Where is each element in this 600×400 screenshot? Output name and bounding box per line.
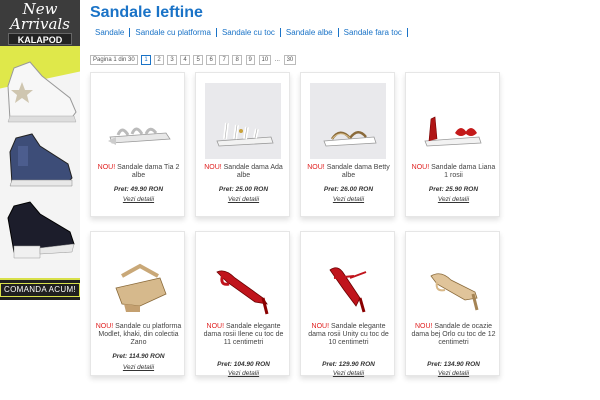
white-sandal-icon (108, 127, 171, 145)
product-price: Pret: 114.90 RON (112, 353, 165, 360)
red-heel-icon (216, 270, 269, 315)
product-details-link[interactable]: Vezi detalii (410, 196, 497, 203)
product-details-link[interactable]: Vezi detalii (95, 196, 182, 203)
new-badge: NOU! (97, 164, 116, 171)
page-link[interactable]: 5 (193, 55, 203, 65)
product-image[interactable] (310, 242, 386, 318)
nav-link-fara-toc[interactable]: Sandale fara toc (339, 28, 408, 37)
page-link[interactable]: 9 (245, 55, 255, 65)
order-now-label: COMANDA ACUM! (0, 283, 80, 297)
page-title: Sandale Ieftine (90, 4, 203, 21)
product-title: Sandale dama Betty albe (326, 164, 390, 179)
pagination: Pagina 1 din 30 1 2 3 4 5 6 7 8 9 10 ...… (90, 55, 298, 65)
product-name[interactable]: NOU! Sandale elegante dama rosii Ilene c… (200, 323, 287, 347)
beige-sandal-icon (323, 131, 377, 147)
product-details-link[interactable]: Vezi detalii (200, 370, 287, 377)
kalapod-logo: KALAPOD (8, 33, 72, 45)
product-image[interactable] (415, 242, 491, 318)
product-title: Sandale dama Ada albe (223, 164, 283, 179)
product-price: Pret: 25.00 RON (218, 186, 269, 193)
product-name[interactable]: NOU! Sandale dama Liana 1 rosii (410, 164, 497, 180)
nav-link-sandale[interactable]: Sandale (90, 28, 131, 37)
order-now-button[interactable]: COMANDA ACUM! (0, 278, 80, 300)
new-badge: NOU! (411, 164, 430, 171)
product-image[interactable] (415, 83, 491, 159)
page-link[interactable]: 2 (154, 55, 164, 65)
nav-link-albe[interactable]: Sandale albe (281, 28, 339, 37)
product-name[interactable]: NOU! Sandale dama Betty albe (305, 164, 392, 180)
product-name[interactable]: NOU! Sandale dama Tia 2 albe (95, 164, 182, 180)
red-heel-icon (329, 267, 367, 313)
white-sandal-icon (216, 122, 274, 147)
product-image[interactable] (205, 242, 281, 318)
banner-title: New Arrivals (10, 0, 70, 33)
product-name[interactable]: NOU! Sandale de ocazie dama bej Orlo cu … (410, 323, 497, 347)
product-card[interactable]: NOU! Sandale elegante dama rosii Ilene c… (195, 231, 290, 377)
product-card[interactable]: NOU! Sandale dama Tia 2 albe Pret: 49.90… (90, 72, 185, 217)
new-badge: NOU! (204, 164, 222, 171)
new-badge: NOU! (307, 164, 325, 171)
product-price: Pret: 134.90 RON (427, 361, 480, 368)
page-link[interactable]: 6 (206, 55, 216, 65)
product-price: Pret: 104.90 RON (217, 361, 270, 368)
product-name[interactable]: NOU! Sandale elegante dama rosii Unity c… (305, 323, 392, 347)
product-details-link[interactable]: Vezi detalii (200, 196, 287, 203)
product-card[interactable]: NOU! Sandale elegante dama rosii Unity c… (300, 231, 395, 377)
product-details-link[interactable]: Vezi detalii (305, 196, 392, 203)
page-link[interactable]: 8 (232, 55, 242, 65)
product-name[interactable]: NOU! Sandale cu platforma Modlet, khaki,… (95, 323, 182, 347)
product-name[interactable]: NOU! Sandale dama Ada albe (200, 164, 287, 180)
product-image[interactable] (100, 83, 176, 159)
product-details-link[interactable]: Vezi detalii (305, 370, 392, 377)
product-price: Pret: 25.90 RON (428, 186, 479, 193)
product-card[interactable]: NOU! Sandale dama Liana 1 rosii Pret: 25… (405, 72, 500, 217)
product-details-link[interactable]: Vezi detalii (95, 364, 182, 371)
new-badge: NOU! (414, 323, 433, 330)
red-sandal-icon (424, 116, 482, 147)
product-price: Pret: 129.90 RON (322, 361, 375, 368)
promo-banner[interactable]: New Arrivals KALAPOD COMANDA ACUM! (0, 0, 80, 300)
page-link[interactable]: 4 (180, 55, 190, 65)
page-link-last[interactable]: 30 (283, 55, 297, 65)
product-card[interactable]: NOU! Sandale dama Ada albe Pret: 25.00 R… (195, 72, 290, 217)
product-details-link[interactable]: Vezi detalii (410, 370, 497, 377)
product-image[interactable] (205, 83, 281, 159)
product-card[interactable]: NOU! Sandale de ocazie dama bej Orlo cu … (405, 231, 500, 377)
beige-heel-icon (430, 273, 479, 311)
product-image[interactable] (310, 83, 386, 159)
product-card[interactable]: NOU! Sandale dama Betty albe Pret: 26.00… (300, 72, 395, 217)
pager-ellipsis: ... (274, 57, 280, 63)
product-price: Pret: 26.00 RON (323, 186, 374, 193)
nav-link-platforma[interactable]: Sandale cu platforma (130, 28, 217, 37)
page-link[interactable]: 3 (167, 55, 177, 65)
new-badge: NOU! (311, 323, 330, 330)
product-image[interactable] (100, 242, 176, 318)
page-link[interactable]: 1 (141, 55, 151, 65)
page-link[interactable]: 7 (219, 55, 229, 65)
banner-shoes-image (7, 61, 77, 259)
new-badge: NOU! (206, 323, 225, 330)
page-link[interactable]: 10 (258, 55, 272, 65)
page-count-label: Pagina 1 din 30 (90, 55, 138, 65)
category-nav: Sandale Sandale cu platforma Sandale cu to… (90, 28, 408, 37)
new-badge: NOU! (95, 323, 114, 330)
product-card[interactable]: NOU! Sandale cu platforma Modlet, khaki,… (90, 231, 185, 376)
product-title: Sandale dama Tia 2 albe (117, 164, 180, 179)
product-price: Pret: 49.90 RON (113, 186, 164, 193)
nav-link-cu-toc[interactable]: Sandale cu toc (217, 28, 281, 37)
platform-sandal-icon (115, 263, 167, 312)
product-title: Sandale dama Liana 1 rosii (431, 164, 496, 179)
